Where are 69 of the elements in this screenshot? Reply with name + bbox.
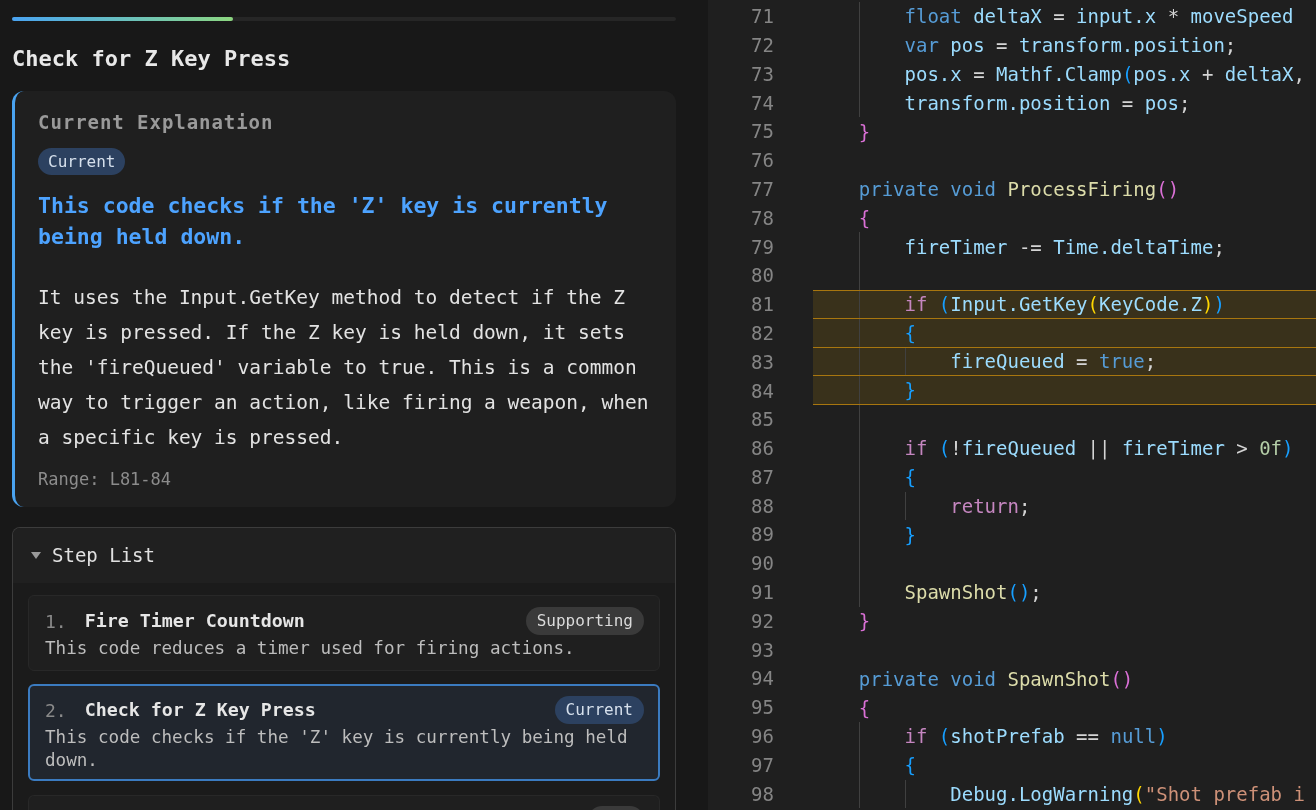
step-card[interactable] [28, 795, 660, 810]
code-line: } [858, 119, 871, 144]
code-line: return; [950, 493, 1031, 518]
code-line: { [904, 320, 916, 345]
code-line: float deltaX = input.x * moveSpeed [904, 4, 1294, 29]
code-line: fireQueued = true; [950, 349, 1157, 374]
line-number: 97 [751, 752, 774, 778]
step-number: 2. [45, 698, 67, 723]
step-card[interactable]: 1. Fire Timer Countdown Supporting This code reduces a timer used for firing actions. [28, 595, 660, 671]
line-number: 95 [751, 695, 774, 721]
line-number: 79 [751, 234, 774, 260]
line-number: 76 [751, 148, 774, 174]
step-description: This code checks if the 'Z' key is currently being held down. [45, 725, 629, 772]
line-number: 92 [751, 608, 774, 634]
line-number: 96 [751, 724, 774, 750]
summary-text: This code checks if the 'Z' key is currently being held down. [38, 191, 609, 251]
line-number: 77 [751, 176, 774, 202]
line-number: 74 [751, 90, 774, 116]
code-line: { [858, 205, 871, 230]
status-badge: Current [554, 696, 644, 724]
line-number: 78 [751, 205, 774, 231]
line-number: 71 [751, 4, 774, 30]
code-line: private void ProcessFiring() [858, 177, 1180, 202]
line-number: 72 [751, 32, 774, 58]
code-line: pos.x = Mathf.Clamp(pos.x + deltaX, [904, 62, 1305, 86]
line-number: 91 [751, 580, 774, 606]
line-number: 89 [751, 522, 774, 548]
step-list-toggle[interactable]: Step List [13, 528, 675, 583]
code-line: fireTimer -= Time.deltaTime; [904, 234, 1225, 259]
line-number: 73 [751, 61, 774, 87]
line-number: 87 [751, 464, 774, 490]
code-line: } [904, 378, 916, 403]
line-number: 94 [751, 666, 774, 692]
line-number: 75 [751, 119, 774, 145]
line-number: 85 [751, 407, 774, 433]
step-title: Check for Z Key Press [84, 698, 316, 723]
code-line: } [858, 609, 871, 634]
code-line: { [858, 695, 871, 720]
code-line: if (!fireQueued || fireTimer > 0f) [904, 436, 1294, 461]
line-number: 98 [751, 781, 774, 807]
line-number: 88 [751, 493, 774, 519]
code-line: { [904, 753, 916, 778]
step-title: Fire Timer Countdown [84, 609, 305, 634]
line-number: 83 [751, 349, 774, 375]
code-line: SpawnShot(); [904, 580, 1042, 605]
line-number: 82 [751, 320, 774, 346]
code-line: if (shotPrefab == null) [904, 724, 1168, 749]
step-card[interactable]: 2. Check for Z Key Press Current This code checks if the 'Z' key is currently being held down. [28, 684, 660, 781]
line-number: 86 [751, 436, 774, 462]
line-number: 90 [751, 551, 774, 577]
line-number: 80 [751, 263, 774, 289]
step-description: This code reduces a timer used for firing actions. [45, 636, 576, 660]
line-number: 84 [751, 378, 774, 404]
status-badge: Current [38, 148, 126, 175]
range-text: Range: L81-84 [38, 468, 172, 491]
body-text: It uses the Input.GetKey method to detect if the Z key is pressed. If the Z key is held down, it sets the 'fireQueued' variable to true. This is a common way to trigger an action, like firing a weapon, when a specific key is pressed. [38, 284, 650, 451]
status-badge: Supporting [525, 607, 644, 635]
code-line: if (Input.GetKey(KeyCode.Z)) [904, 292, 1225, 317]
code-line: { [904, 465, 916, 490]
code-line: private void SpawnShot() [858, 666, 1134, 691]
panel-title: Check for Z Key Press [12, 45, 291, 73]
code-line: } [904, 522, 916, 547]
section-heading: Current Explanation [38, 110, 274, 135]
step-number: 1. [45, 609, 67, 634]
code-line: transform.position = pos; [904, 90, 1191, 115]
line-number: 93 [751, 637, 774, 663]
code-line: Debug.LogWarning("Shot prefab i [950, 781, 1305, 806]
code-line: var pos = transform.position; [904, 33, 1237, 58]
line-number: 81 [751, 292, 774, 318]
